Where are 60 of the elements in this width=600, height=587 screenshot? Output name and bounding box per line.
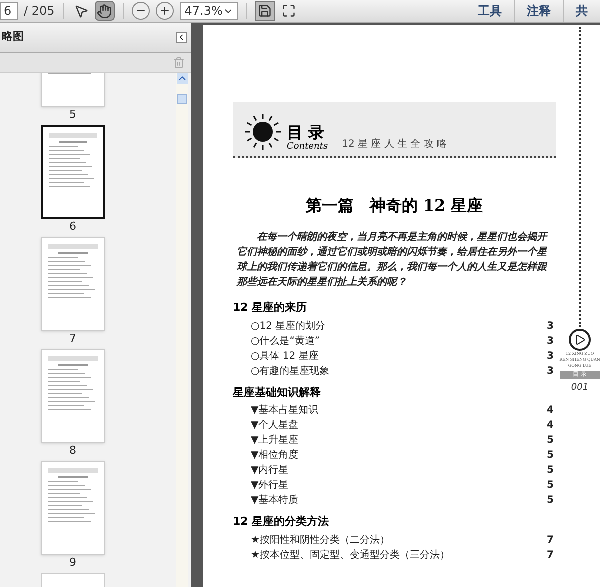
- page-count: / 205: [24, 3, 55, 20]
- toc-entry[interactable]: ○12 星座的划分: [251, 318, 326, 334]
- scrollbar[interactable]: [176, 73, 188, 587]
- toc-page-number: 4: [547, 404, 554, 418]
- scroll-thumb[interactable]: [177, 94, 187, 104]
- play-icon: [569, 329, 591, 351]
- section-heading: 星座基础知识解释: [233, 384, 322, 400]
- page-number-label: 9: [70, 557, 76, 569]
- toc-entry[interactable]: ○具体 12 星座: [251, 348, 319, 364]
- plus-icon: [158, 5, 171, 17]
- page-number-field[interactable]: 6: [0, 2, 18, 20]
- zoom-out-button[interactable]: [132, 2, 150, 20]
- margin-page-number: 001: [571, 382, 589, 395]
- toc-entry[interactable]: ▼外行星: [251, 478, 289, 493]
- collapse-button[interactable]: [176, 32, 187, 43]
- panel-title: 略图: [2, 29, 24, 46]
- hand-tool-button[interactable]: [94, 1, 115, 21]
- toc-page-number: 5: [547, 449, 554, 463]
- page-number-label: 6: [70, 221, 76, 233]
- toc-page-number: 4: [547, 419, 554, 433]
- toc-page-number: 5: [547, 494, 554, 508]
- toc-entry[interactable]: ○有趣的星座现象: [251, 364, 330, 378]
- toc-page-number: 3: [547, 334, 554, 348]
- toc-page-number: 5: [547, 479, 554, 493]
- toc-entry[interactable]: ▼上升星座: [251, 433, 299, 448]
- toc-entry[interactable]: ★按阳性和阴性分类（二分法）: [251, 532, 390, 548]
- sun-icon: [243, 112, 283, 152]
- part-heading: 第一篇 神奇的 12 星座: [304, 195, 484, 217]
- toc-page-number: 7: [547, 548, 554, 562]
- page-number-label: 8: [70, 445, 76, 457]
- toc-entry[interactable]: ○什么是“黄道”: [251, 334, 320, 348]
- page-thumbnail[interactable]: [41, 125, 105, 219]
- toc-page-number: 5: [547, 464, 554, 478]
- scroll-up-icon[interactable]: [176, 73, 188, 84]
- section-heading: 12 星座的来历: [233, 300, 308, 316]
- section-heading: 12 星座的分类方法: [233, 514, 330, 530]
- page-number-label: 5: [70, 109, 76, 121]
- toc-entry[interactable]: ▼基本特质: [251, 493, 299, 508]
- zoom-dropdown[interactable]: 47.3%: [180, 2, 238, 20]
- intro-paragraph: 在每一个晴朗的夜空，当月亮不再是主角的时候，星星们也会揭开它们神秘的面纱，通过它们或明或暗的闪烁节奏，给居住在另外一个星球上的我们传递着它们的信息。那么，我们每一个人的人生又是怎样跟那些远在天际的星星们扯上关系的呢？: [236, 230, 550, 290]
- toc-entry[interactable]: ▼基本占星知识: [251, 403, 319, 418]
- toc-entry[interactable]: ▼个人星盘: [251, 418, 299, 433]
- toc-page-number: 3: [547, 350, 554, 364]
- toolbar-menu-item[interactable]: 共: [563, 0, 600, 22]
- toolbar-menu-item[interactable]: 工具: [466, 0, 514, 22]
- toc-page-number: 5: [547, 434, 554, 448]
- toc-entry[interactable]: ★按本位型、固定型、变通型分类（三分法）: [251, 548, 450, 562]
- book-tagline: 12 星 座 人 生 全 攻 略: [342, 138, 448, 152]
- toolbar-menu-item[interactable]: 注释: [514, 0, 563, 22]
- chevron-left-icon: [177, 33, 186, 42]
- contents-subtitle: Contents: [287, 143, 328, 152]
- fit-page-button[interactable]: [254, 1, 275, 21]
- contents-title: 目 录: [287, 125, 326, 141]
- toc-entry[interactable]: ▼内行星: [251, 463, 289, 478]
- toc-page-number: 3: [547, 364, 554, 378]
- toc-page-number: 7: [547, 534, 554, 548]
- toc-entry[interactable]: ▼相位角度: [251, 448, 299, 463]
- page-number-label: 7: [70, 333, 76, 345]
- zoom-in-button[interactable]: [156, 2, 174, 20]
- toc-page-number: 3: [547, 320, 554, 334]
